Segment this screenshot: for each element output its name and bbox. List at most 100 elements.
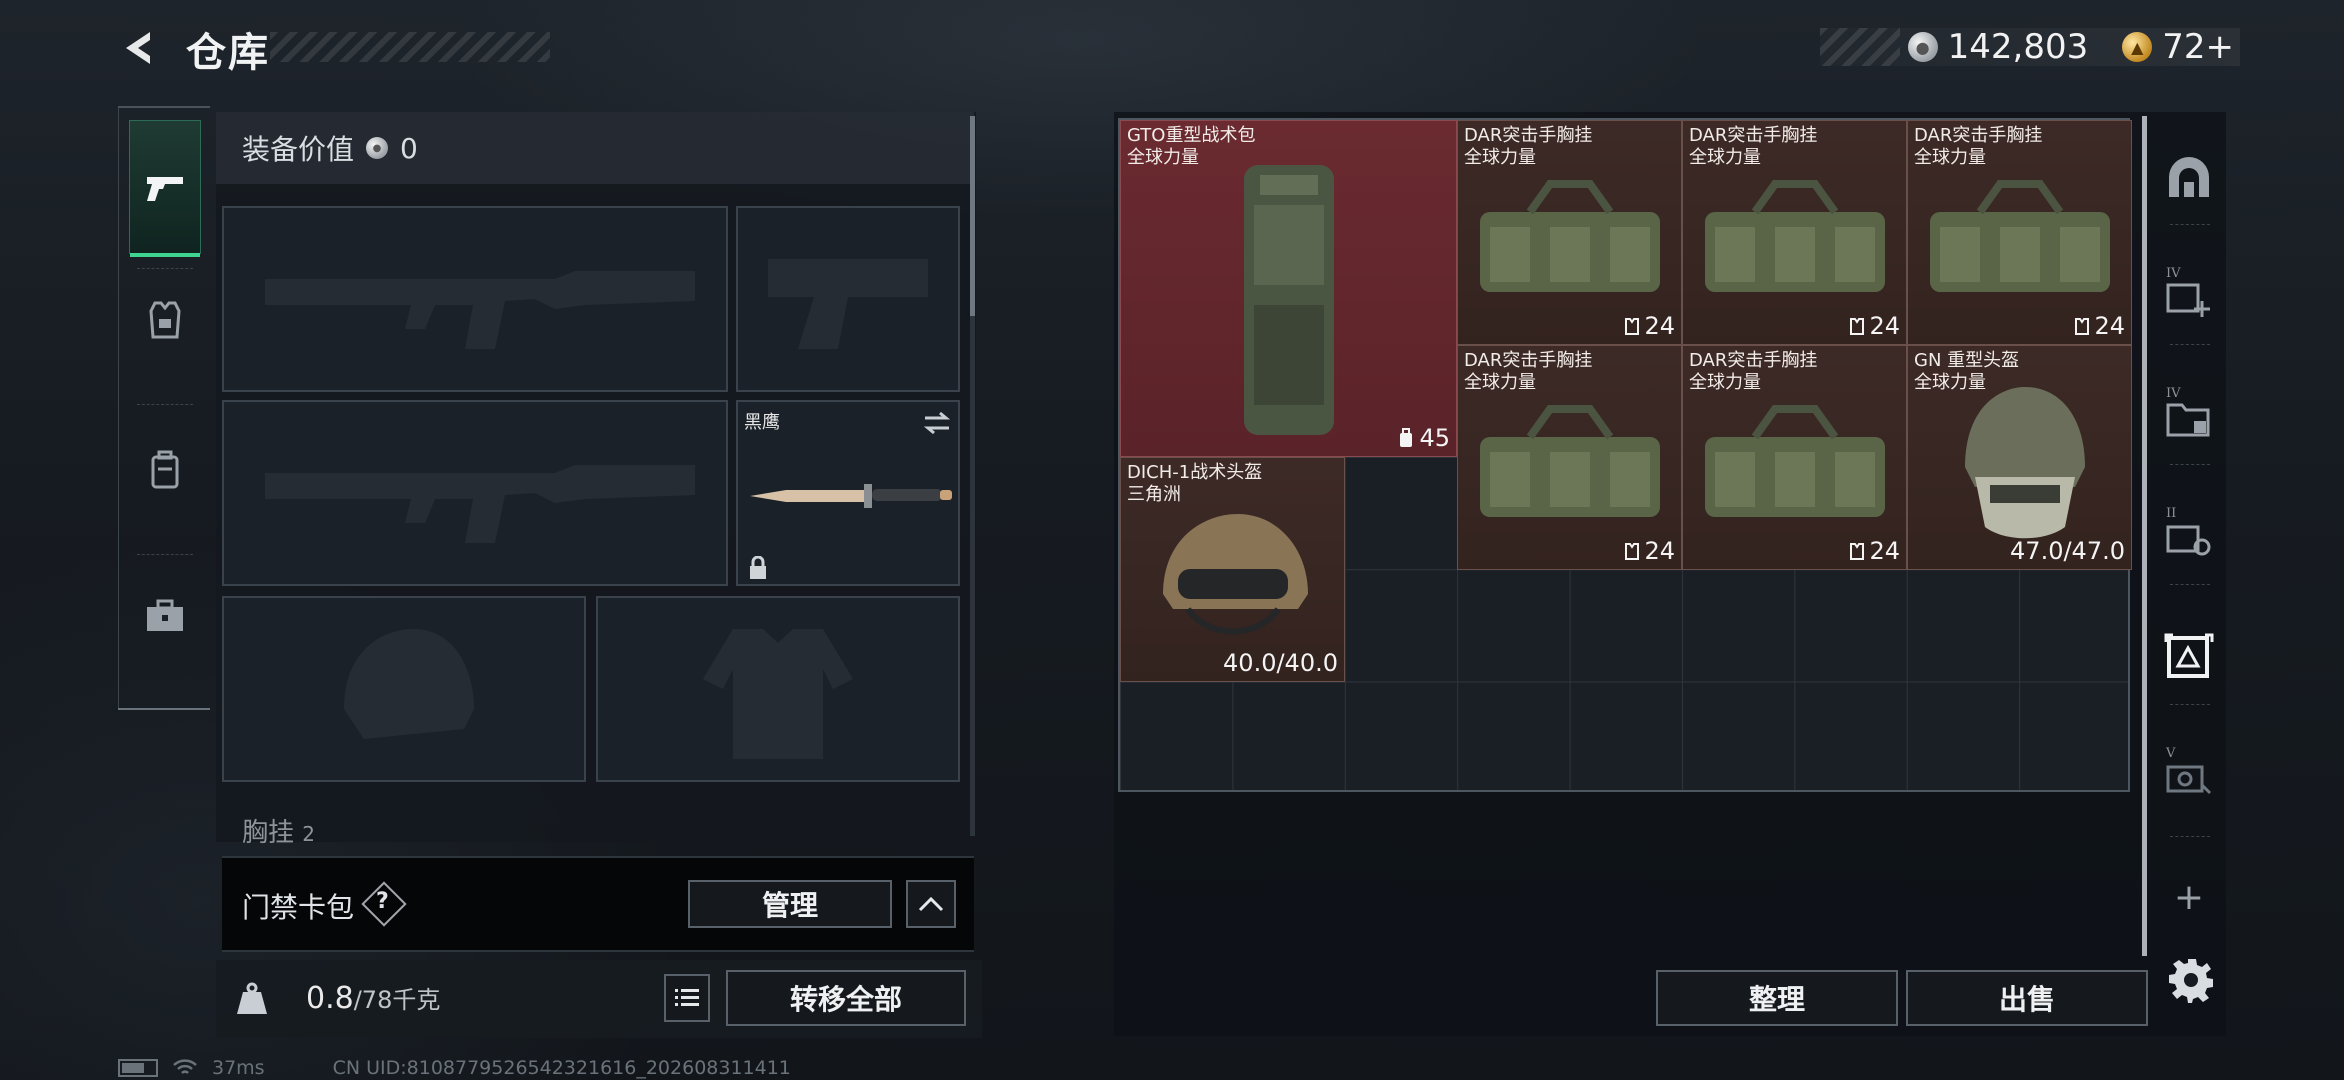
storage-item-chest-rig[interactable]: DAR突击手胸挂 全球力量 24 xyxy=(1457,345,1682,570)
currency-silver-value: 142,803 xyxy=(1947,27,2089,67)
side-tab-storage-triangle[interactable] xyxy=(2164,632,2214,682)
primary-weapon-slot[interactable] xyxy=(222,206,728,392)
folder-storage-icon xyxy=(2166,403,2210,437)
weight-readout: 0.8/78千克 xyxy=(306,980,440,1016)
item-name: DAR突击手胸挂 全球力量 xyxy=(1464,125,1593,168)
item-count: 47.0/47.0 xyxy=(2010,537,2125,565)
armor-slot[interactable] xyxy=(596,596,960,782)
storage-item-chest-rig[interactable]: DAR突击手胸挂 全球力量 24 xyxy=(1457,120,1682,345)
side-tab-storage-add[interactable]: IV xyxy=(2164,266,2214,322)
side-tab-storage-gear[interactable]: II xyxy=(2164,506,2214,562)
storage-tab-column: IV IV II V + xyxy=(2150,112,2226,972)
helmet-silhouette-icon xyxy=(344,629,474,739)
item-count: 24 xyxy=(1624,312,1675,340)
sell-button[interactable]: 出售 xyxy=(1906,970,2148,1026)
knife-icon xyxy=(750,484,952,508)
item-count: 24 xyxy=(1849,312,1900,340)
equipment-value-bar: 装备价值 ● 0 xyxy=(216,112,974,184)
tab-weapon[interactable] xyxy=(129,120,201,257)
weight-current: 0.8 xyxy=(306,981,354,1016)
chest-rig-label-text: 胸挂 xyxy=(242,818,295,848)
armor-silhouette-icon xyxy=(703,629,853,759)
title-decoration xyxy=(270,32,550,62)
chest-rig-art-icon xyxy=(1479,179,1660,292)
storage-item-chest-rig[interactable]: DAR突击手胸挂 全球力量 24 xyxy=(1907,120,2132,345)
tab-armor[interactable] xyxy=(129,270,201,370)
wifi-icon xyxy=(173,1059,197,1074)
equip-value: 0 xyxy=(400,131,418,165)
chest-rig-count: 2 xyxy=(302,822,316,846)
storage-item-heavy-helmet[interactable]: GN 重型头盔 全球力量 47.0/47.0 xyxy=(1907,345,2132,570)
side-tab-storage-folder[interactable]: IV xyxy=(2164,386,2214,442)
storage-item-chest-rig[interactable]: DAR突击手胸挂 全球力量 24 xyxy=(1682,345,1907,570)
loadout-scrollbar-thumb[interactable] xyxy=(970,116,975,316)
item-name: DAR突击手胸挂 全球力量 xyxy=(1464,350,1593,393)
page-title: 仓库 xyxy=(186,30,270,76)
gear-icon xyxy=(2169,959,2213,1003)
manage-button[interactable]: 管理 xyxy=(688,880,892,928)
rig-capacity-icon xyxy=(1850,318,1865,335)
item-count: 24 xyxy=(2074,312,2125,340)
heavy-helmet-art-icon xyxy=(1964,386,2085,539)
storage-scrollbar[interactable] xyxy=(2142,116,2147,956)
side-tab-base[interactable] xyxy=(2164,152,2214,202)
rifle-silhouette-icon xyxy=(265,271,695,349)
pistol-icon xyxy=(147,177,183,201)
back-button[interactable] xyxy=(118,26,162,70)
status-bar: 37ms CN UID:8108779526542321616_20260831… xyxy=(118,1056,791,1080)
tactical-helmet-art-icon xyxy=(1162,513,1308,635)
item-count: 24 xyxy=(1849,537,1900,565)
briefcase-icon xyxy=(147,599,183,631)
storage-item-chest-rig[interactable]: DAR突击手胸挂 全球力量 24 xyxy=(1682,120,1907,345)
secondary-weapon-slot[interactable] xyxy=(736,206,960,392)
backpack-art-icon xyxy=(1243,165,1334,436)
card-wallet-label: 门禁卡包 xyxy=(242,891,355,924)
tier-label: II xyxy=(2166,506,2177,521)
sort-button[interactable]: 整理 xyxy=(1656,970,1898,1026)
helmet-slot[interactable] xyxy=(222,596,586,782)
transfer-all-button[interactable]: 转移全部 xyxy=(726,970,966,1026)
ping-value: 37ms xyxy=(212,1057,265,1079)
kg-weight-icon xyxy=(237,982,267,1014)
vest-icon xyxy=(149,301,181,339)
chest-rig-art-icon xyxy=(1704,179,1885,292)
rig-capacity-icon xyxy=(2075,318,2090,335)
weight-max: /78千克 xyxy=(353,986,441,1014)
pistol-silhouette-icon xyxy=(768,259,928,349)
storage-item-tactical-helmet[interactable]: DICH-1战术头盔 三角洲 40.0/40.0 xyxy=(1120,457,1345,682)
settings-button[interactable] xyxy=(2164,952,2220,1008)
gold-triangle-icon: ▲ xyxy=(2122,32,2153,62)
rifle-silhouette-icon xyxy=(265,465,695,543)
user-uid: CN UID:8108779526542321616_202608311411 xyxy=(332,1057,791,1079)
backpack-icon xyxy=(151,450,179,489)
item-name: DAR突击手胸挂 全球力量 xyxy=(1689,350,1818,393)
primary-weapon-slot-2[interactable] xyxy=(222,400,728,586)
help-icon[interactable]: ? xyxy=(376,889,392,914)
tab-backpack[interactable] xyxy=(129,420,201,520)
triangle-storage-icon xyxy=(2164,633,2214,678)
tab-supplies[interactable] xyxy=(129,566,201,666)
currency-gold-value[interactable]: 72+ xyxy=(2162,27,2234,67)
item-name: DAR突击手胸挂 全球力量 xyxy=(1689,125,1818,168)
item-count: 45 xyxy=(1397,424,1450,452)
tier-label: IV xyxy=(2166,386,2181,401)
loadout-tab-strip xyxy=(118,106,210,710)
weight-icon xyxy=(222,966,282,1032)
collapse-button[interactable] xyxy=(906,880,956,928)
list-view-button[interactable] xyxy=(664,974,710,1022)
camera-storage-icon xyxy=(2166,765,2212,795)
chest-rig-art-icon xyxy=(1479,404,1660,517)
melee-slot[interactable]: 黑鹰 xyxy=(736,400,960,586)
item-count: 40.0/40.0 xyxy=(1223,649,1338,677)
silver-coin-icon: ● xyxy=(1907,32,1938,62)
chest-rig-art-icon xyxy=(1704,404,1885,517)
add-storage-tab-button[interactable]: + xyxy=(2164,872,2214,922)
rig-capacity-icon xyxy=(1625,543,1640,560)
tab-strip-top-border xyxy=(118,106,210,108)
tier-label: V xyxy=(2166,746,2176,761)
storage-item-backpack[interactable]: GTO重型战术包 全球力量 45 xyxy=(1120,120,1457,457)
equip-value-label: 装备价值 xyxy=(242,133,355,166)
side-tab-storage-camera[interactable]: V xyxy=(2164,746,2214,802)
battery-icon xyxy=(118,1059,158,1077)
swap-icon[interactable] xyxy=(922,410,952,436)
